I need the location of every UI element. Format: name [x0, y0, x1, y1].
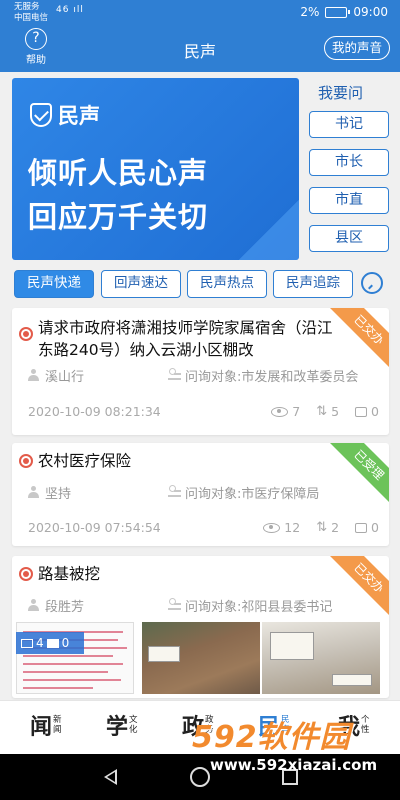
banner-decoration — [239, 200, 299, 260]
carrier-status: 无服务 — [14, 2, 40, 12]
status-dot-icon — [19, 454, 33, 468]
ask-secretary-button[interactable]: 书记 — [309, 111, 389, 138]
banner-slogan-1: 倾听人民心声 — [28, 156, 209, 190]
watermark-url: www.592xiazai.com — [210, 756, 378, 774]
eye-icon — [271, 406, 289, 417]
shield-check-icon — [30, 103, 52, 127]
nav-news-glyph: 闻 — [30, 714, 53, 740]
post-target: 问询对象:市医疗保障局 — [185, 487, 320, 502]
person-icon — [28, 369, 39, 381]
ask-city-dept-button[interactable]: 市直 — [309, 187, 389, 214]
share-icon: ⇅ — [316, 404, 328, 419]
post-stats: 12 ⇅ 2 0 — [263, 520, 379, 535]
nav-culture-sub: 文 — [129, 715, 138, 725]
post-date: 2020-10-09 08:21:34 — [28, 404, 161, 419]
person-icon — [28, 486, 39, 498]
nav-news-sub: 新 — [53, 715, 62, 725]
carrier-name: 中国电信 — [14, 13, 49, 23]
nav-culture-glyph: 学 — [106, 714, 129, 740]
ask-mayor-button[interactable]: 市长 — [309, 149, 389, 176]
view-count: 7 — [292, 404, 301, 419]
post-card[interactable]: 请求市政府将潇湘技师学院家属宿舍（沿江东路240号）纳入云湖小区棚改 溪山行 问… — [12, 308, 389, 435]
view-count: 12 — [284, 520, 301, 535]
watermark-text: 592软件园 — [192, 720, 351, 755]
desk-icon — [168, 484, 181, 497]
share-icon: ⇅ — [316, 520, 328, 535]
ask-title: 我要问 — [318, 84, 364, 102]
share-count: 5 — [331, 404, 340, 419]
back-icon[interactable] — [104, 769, 117, 785]
comment-icon — [355, 522, 368, 533]
tab-express[interactable]: 民声快递 — [14, 270, 94, 298]
desk-icon — [168, 597, 181, 610]
desk-icon — [168, 367, 181, 380]
search-icon[interactable] — [361, 272, 383, 294]
comment-icon — [355, 406, 368, 417]
picture-count: 0 — [61, 636, 70, 650]
comment-count: 0 — [371, 404, 379, 419]
post-author: 溪山行 — [45, 370, 85, 385]
eye-icon — [263, 522, 281, 533]
post-target: 问询对象:市发展和改革委员会 — [185, 370, 359, 385]
app-header: ? 帮助 民声 我的声音 — [0, 26, 400, 72]
status-dot-icon — [19, 327, 33, 341]
banner[interactable]: 民声 倾听人民心声 回应万千关切 — [12, 78, 299, 260]
banner-logo-text: 民声 — [58, 104, 100, 128]
nav-news-sub: 闻 — [53, 725, 62, 735]
post-card[interactable]: 农村医疗保险 坚持 问询对象:市医疗保障局 2020-10-09 07:54:5… — [12, 443, 389, 546]
clock: 09:00 — [353, 5, 388, 19]
person-icon — [28, 599, 39, 611]
post-author: 段胜芳 — [45, 600, 85, 615]
signal-icon: 46 ıll — [56, 5, 84, 15]
image-count-badge: 4 0 — [16, 632, 84, 654]
battery-percent: 2% — [300, 5, 320, 19]
tab-track[interactable]: 民声追踪 — [273, 270, 353, 298]
tab-hot[interactable]: 民声热点 — [187, 270, 267, 298]
my-voice-button[interactable]: 我的声音 — [323, 36, 390, 60]
nav-news[interactable]: 闻 新闻 — [30, 709, 62, 741]
post-date: 2020-10-09 07:54:54 — [28, 520, 161, 535]
status-right: 2% 09:00 — [300, 5, 388, 19]
status-dot-icon — [19, 567, 33, 581]
post-title: 农村医疗保险 — [38, 452, 132, 470]
post-stats: 7 ⇅ 5 0 — [271, 404, 379, 419]
status-bar: 无服务 中国电信 46 ıll 2% 09:00 — [0, 0, 400, 26]
mail-count: 4 — [36, 636, 44, 650]
nav-culture[interactable]: 学 文化 — [106, 709, 138, 741]
post-title: 路基被挖 — [38, 565, 101, 583]
post-target: 问询对象:祁阳县县委书记 — [185, 600, 333, 615]
post-image[interactable] — [262, 622, 380, 694]
post-title: 请求市政府将潇湘技师学院家属宿舍（沿江东路240号）纳入云湖小区棚改 — [38, 319, 333, 359]
banner-logo: 民声 — [30, 100, 100, 130]
ask-county-button[interactable]: 县区 — [309, 225, 389, 252]
post-image[interactable] — [142, 622, 260, 694]
picture-icon — [46, 638, 59, 648]
post-author: 坚持 — [45, 487, 72, 502]
share-count: 2 — [331, 520, 340, 535]
banner-slogan-2: 回应万千关切 — [28, 200, 209, 234]
nav-culture-sub: 化 — [129, 725, 138, 735]
battery-icon — [325, 6, 351, 18]
mail-icon — [21, 638, 33, 648]
carrier-info: 无服务 中国电信 — [14, 2, 48, 24]
watermark: 592软件园 www.592xiazai.com — [188, 712, 398, 790]
comment-count: 0 — [371, 520, 379, 535]
tab-quick-reply[interactable]: 回声速达 — [101, 270, 181, 298]
